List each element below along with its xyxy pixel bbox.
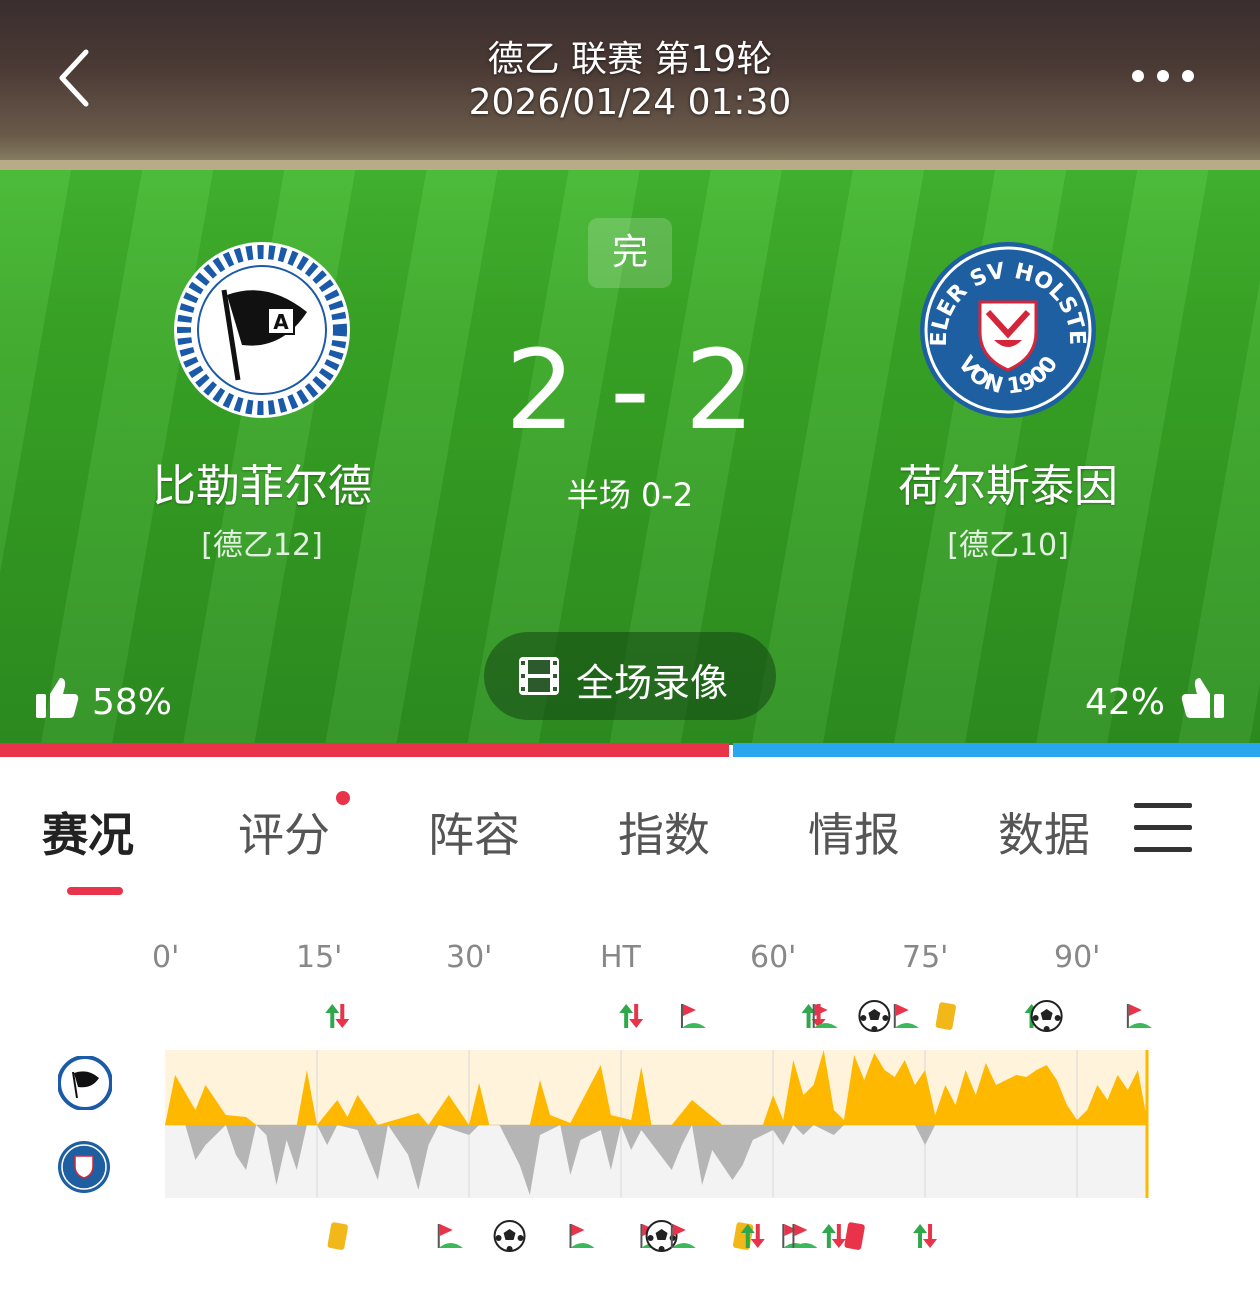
tab-lineup[interactable]: 阵容 <box>428 799 520 865</box>
substitution-arrows-icon[interactable] <box>821 1224 846 1248</box>
goal-ball-icon[interactable] <box>1030 1000 1063 1032</box>
home-team-rank: [德乙12] <box>201 528 323 563</box>
substitution-arrows-icon[interactable] <box>619 1004 644 1028</box>
final-score: 2 - 2 <box>505 326 755 454</box>
halftime-score: 半场 0-2 <box>566 476 694 514</box>
tab-odds[interactable]: 指数 <box>618 799 710 865</box>
tab-intel[interactable]: 情报 <box>808 799 900 865</box>
tab-bar: 赛况 评分 阵容 指数 情报 数据 <box>0 757 1260 907</box>
match-header: 德乙 联赛 第19轮 2026/01/24 01:30 完 A KIELER S… <box>0 0 1260 745</box>
match-status: 完 <box>588 218 672 288</box>
tab-match-status[interactable]: 赛况 <box>42 799 134 865</box>
full-replay-button[interactable]: 全场录像 <box>484 632 776 720</box>
film-icon <box>519 657 559 695</box>
away-vote-percent: 42% <box>1085 682 1166 723</box>
corner-flag-icon[interactable] <box>569 1224 595 1248</box>
away-support-bar <box>733 743 1260 757</box>
away-team-logo[interactable]: KIELER SV HOLSTEIN VON 1900 <box>918 240 1098 420</box>
yellow-card-icon[interactable] <box>935 1002 956 1031</box>
home-team-name[interactable]: 比勒菲尔德 <box>102 450 422 514</box>
minute-label: 90' <box>1054 940 1101 975</box>
goal-ball-icon[interactable] <box>493 1220 526 1252</box>
match-momentum-timeline <box>165 1000 1152 1252</box>
replay-label: 全场录像 <box>576 661 729 705</box>
minute-label: 15' <box>296 940 343 975</box>
substitution-arrows-icon[interactable] <box>913 1224 938 1248</box>
away-team-name[interactable]: 荷尔斯泰因 <box>848 450 1168 514</box>
yellow-card-icon[interactable] <box>327 1222 348 1251</box>
active-tab-indicator <box>67 887 123 895</box>
tab-ratings[interactable]: 评分 <box>238 799 330 865</box>
goal-ball-icon[interactable] <box>858 1000 891 1032</box>
league-round-title: 德乙 联赛 第19轮 <box>487 39 773 80</box>
corner-flag-icon[interactable] <box>680 1004 706 1028</box>
minute-label: 75' <box>902 940 949 975</box>
more-dots-icon[interactable] <box>1128 58 1198 94</box>
minute-label: 0' <box>152 940 180 975</box>
corner-flag-icon[interactable] <box>1126 1004 1152 1028</box>
notification-dot <box>336 791 350 805</box>
svg-text:A: A <box>273 310 289 334</box>
home-thumbs-up-icon[interactable] <box>34 674 80 720</box>
yellow-card-icon[interactable] <box>732 1222 754 1251</box>
away-team-rank: [德乙10] <box>947 528 1069 563</box>
substitution-arrows-icon[interactable] <box>325 1004 350 1028</box>
red-card-icon[interactable] <box>844 1222 865 1251</box>
home-vote-percent: 58% <box>92 682 173 723</box>
minute-label: 60' <box>750 940 797 975</box>
minute-label: HT <box>600 940 641 975</box>
back-chevron-icon[interactable] <box>52 48 100 108</box>
hamburger-menu-icon[interactable] <box>1134 803 1192 853</box>
tab-data[interactable]: 数据 <box>998 799 1090 865</box>
away-thumbs-up-icon[interactable] <box>1180 674 1226 720</box>
match-datetime: 2026/01/24 01:30 <box>468 82 792 123</box>
home-support-bar <box>0 743 729 757</box>
corner-flag-icon[interactable] <box>893 1004 919 1028</box>
corner-flag-icon[interactable] <box>437 1224 463 1248</box>
minute-label: 30' <box>446 940 493 975</box>
home-team-logo[interactable]: A <box>172 240 352 420</box>
